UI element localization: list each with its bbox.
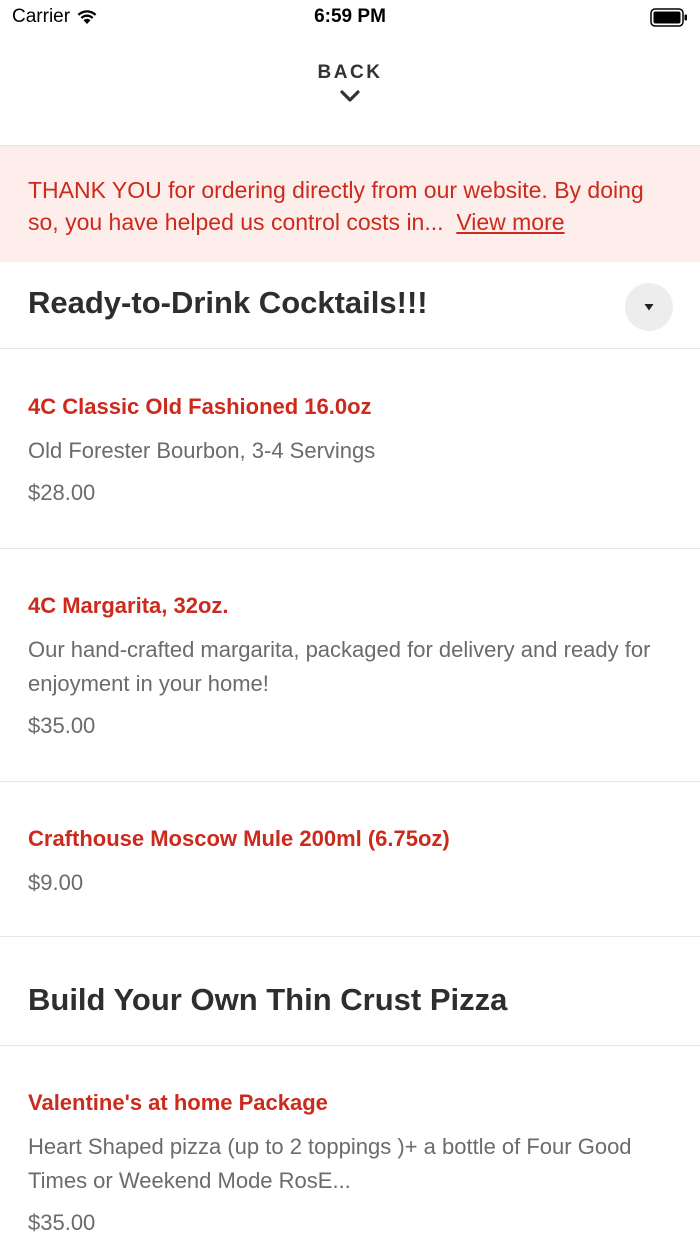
section-title-pizza: Build Your Own Thin Crust Pizza (28, 982, 508, 1017)
menu-item[interactable]: 4C Classic Old Fashioned 16.0oz Old Fore… (28, 392, 668, 508)
section-title-cocktails: Ready-to-Drink Cocktails!!! (28, 285, 428, 320)
thank-you-banner: THANK YOU for ordering directly from our… (0, 146, 700, 262)
view-more-link[interactable]: View more (456, 209, 564, 235)
section-divider (0, 936, 700, 937)
battery-icon (650, 8, 687, 27)
item-name: Crafthouse Moscow Mule 200ml (6.75oz) (28, 826, 450, 851)
item-price: $35.00 (28, 713, 96, 738)
item-description: Our hand-crafted margarita, packaged for… (28, 637, 651, 696)
clock: 6:59 PM (314, 6, 386, 27)
item-name: 4C Classic Old Fashioned 16.0oz (28, 394, 372, 419)
item-price: $9.00 (28, 870, 84, 895)
item-name: 4C Margarita, 32oz. (28, 593, 229, 618)
item-description: Heart Shaped pizza (up to 2 toppings )+ … (28, 1134, 632, 1193)
item-divider (0, 781, 700, 782)
menu-item[interactable]: 4C Margarita, 32oz. Our hand-crafted mar… (28, 591, 668, 741)
menu-item[interactable]: Crafthouse Moscow Mule 200ml (6.75oz) $9… (28, 824, 668, 898)
back-label: BACK (317, 62, 383, 83)
item-name: Valentine's at home Package (28, 1090, 328, 1115)
caret-down-icon (644, 304, 654, 311)
chevron-down-icon (340, 90, 360, 102)
item-description: Old Forester Bourbon, 3-4 Servings (28, 438, 376, 463)
item-price: $35.00 (28, 1210, 96, 1235)
section-collapse-toggle[interactable] (625, 283, 673, 331)
section-divider (0, 348, 700, 349)
item-price: $28.00 (28, 480, 96, 505)
section-divider (0, 1045, 700, 1046)
menu-item[interactable]: Valentine's at home Package Heart Shaped… (28, 1088, 668, 1238)
back-button[interactable]: BACK (0, 62, 700, 132)
item-divider (0, 548, 700, 549)
status-bar: Carrier 6:59 PM (0, 0, 700, 36)
